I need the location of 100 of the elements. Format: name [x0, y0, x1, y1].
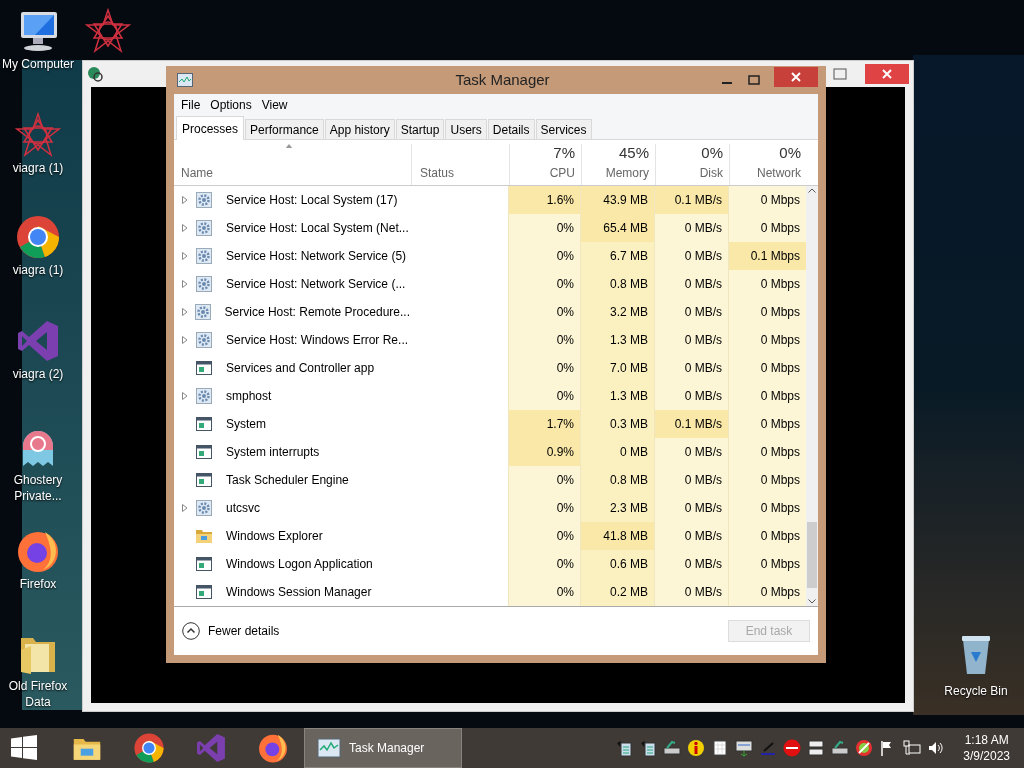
window-icon [196, 445, 212, 459]
window-icon [196, 557, 212, 571]
expand-arrow-icon[interactable] [182, 252, 188, 260]
process-name: Service Host: Network Service (5) [226, 248, 407, 265]
visual-studio-icon [15, 318, 61, 364]
monitor-icon[interactable] [735, 739, 754, 757]
network-icon[interactable] [903, 739, 922, 757]
expand-arrow-icon[interactable] [182, 336, 188, 344]
star-pattern-icon [85, 8, 131, 54]
fewer-details-button[interactable]: Fewer details [182, 622, 280, 640]
desktop-icon-label[interactable]: My Computer [2, 56, 74, 72]
expand-arrow-icon[interactable] [182, 280, 188, 288]
drive-icon[interactable] [807, 739, 826, 757]
maximize-icon[interactable] [833, 68, 847, 80]
document-icon[interactable] [639, 739, 658, 757]
usage-cell: 1.6% [508, 186, 580, 214]
process-name: Service Host: Remote Procedure... [224, 304, 410, 321]
window-icon [196, 361, 212, 375]
window-icon [196, 417, 212, 431]
maximize-icon[interactable] [748, 75, 760, 85]
scanner-icon[interactable] [663, 739, 682, 757]
tab[interactable]: Processes [176, 116, 245, 140]
column-header[interactable]: Disk [699, 164, 723, 182]
process-name: utcsvc [226, 500, 260, 517]
usage-cell: 2.3 MB [580, 494, 654, 522]
usage-cell: 0 Mbps [728, 466, 806, 494]
desktop-icon-label[interactable]: viagra (1) [12, 160, 64, 176]
taskbar-app-button[interactable]: Task Manager [304, 728, 462, 768]
chart-icon [177, 73, 193, 87]
stop-sign-icon[interactable] [783, 739, 802, 757]
usage-cell: 0.2 MB [580, 578, 654, 606]
gear-icon [196, 192, 212, 208]
firefox-icon [257, 732, 289, 764]
tab[interactable]: Startup [395, 119, 445, 139]
usage-cell: 0 MB/s [654, 578, 728, 606]
usage-cell: 0 MB/s [654, 466, 728, 494]
process-name: Windows Logon Application [226, 556, 373, 573]
menu-item[interactable]: File [177, 96, 205, 114]
expand-arrow-icon[interactable] [182, 392, 188, 400]
usage-cell: 0 Mbps [728, 270, 806, 298]
usage-cell: 0.1 MB/s [654, 410, 728, 438]
gear-icon [196, 220, 212, 236]
column-header[interactable]: Status [420, 164, 509, 182]
scroll-up-icon[interactable] [808, 188, 816, 193]
desktop-icon-label[interactable]: Ghostery Private... [0, 472, 76, 504]
scroll-thumb[interactable] [807, 522, 817, 588]
usage-cell: 0 Mbps [728, 410, 806, 438]
desktop-icon-label[interactable]: Recycle Bin [944, 682, 1008, 700]
expand-arrow-icon[interactable] [182, 196, 188, 204]
process-name: System interrupts [226, 444, 320, 461]
usage-cell: 0 MB/s [654, 522, 728, 550]
scanner-icon[interactable] [831, 739, 850, 757]
usage-cell: 0.8 MB [580, 466, 654, 494]
usage-cell: 0% [508, 578, 580, 606]
usage-cell: 0% [508, 298, 580, 326]
grid-icon[interactable] [711, 739, 730, 757]
desktop-icon-label[interactable]: Old Firefox Data [0, 678, 76, 710]
menu-item[interactable]: Options [206, 96, 256, 114]
gear-icon [196, 332, 212, 348]
column-header[interactable]: Network [757, 164, 801, 182]
usage-cell: 0% [508, 270, 580, 298]
expand-arrow-icon[interactable] [182, 224, 188, 232]
menu-item[interactable]: View [257, 96, 292, 114]
close-icon [882, 69, 892, 79]
desktop-icon-label[interactable]: Firefox [19, 576, 57, 592]
tab[interactable]: Services [535, 119, 592, 139]
usage-cell: 0.8 MB [580, 270, 654, 298]
column-header[interactable]: Memory [605, 164, 649, 182]
close-button[interactable] [774, 67, 818, 87]
scroll-down-icon[interactable] [808, 599, 816, 604]
process-name: Services and Controller app [226, 360, 375, 377]
usage-cell: 7.0 MB [580, 354, 654, 382]
usage-cell: 0.1 MB/s [654, 186, 728, 214]
column-header[interactable]: Name [181, 164, 411, 182]
chevron-up-icon [182, 622, 200, 640]
star-pattern-icon [15, 112, 61, 158]
close-button[interactable] [865, 64, 909, 84]
clock-time[interactable]: 1:18 AM [964, 732, 1009, 748]
usage-cell: 0 MB/s [654, 354, 728, 382]
column-total: 0% [779, 144, 801, 162]
document-icon[interactable] [615, 739, 634, 757]
clock-date[interactable]: 3/9/2023 [963, 748, 1010, 764]
usage-cell: 0 MB/s [654, 438, 728, 466]
tab[interactable]: App history [324, 119, 395, 139]
tab[interactable]: Details [487, 119, 535, 139]
column-header[interactable]: CPU [549, 164, 575, 182]
expand-arrow-icon[interactable] [182, 504, 188, 512]
usage-cell: 0% [508, 382, 580, 410]
usage-cell: 0 Mbps [728, 382, 806, 410]
info-icon[interactable] [687, 739, 706, 757]
usage-cell: 0% [508, 242, 580, 270]
usage-cell: 0 Mbps [728, 354, 806, 382]
usage-cell: 0.6 MB [580, 550, 654, 578]
desktop-icon-label[interactable]: viagra (2) [12, 366, 64, 382]
scrollbar[interactable] [806, 186, 818, 606]
blocked-icon[interactable] [855, 739, 874, 757]
tab[interactable]: Users [445, 119, 487, 139]
desktop-icon-label[interactable]: viagra (1) [12, 262, 64, 278]
expand-arrow-icon[interactable] [182, 308, 188, 316]
tab[interactable]: Performance [245, 119, 324, 139]
